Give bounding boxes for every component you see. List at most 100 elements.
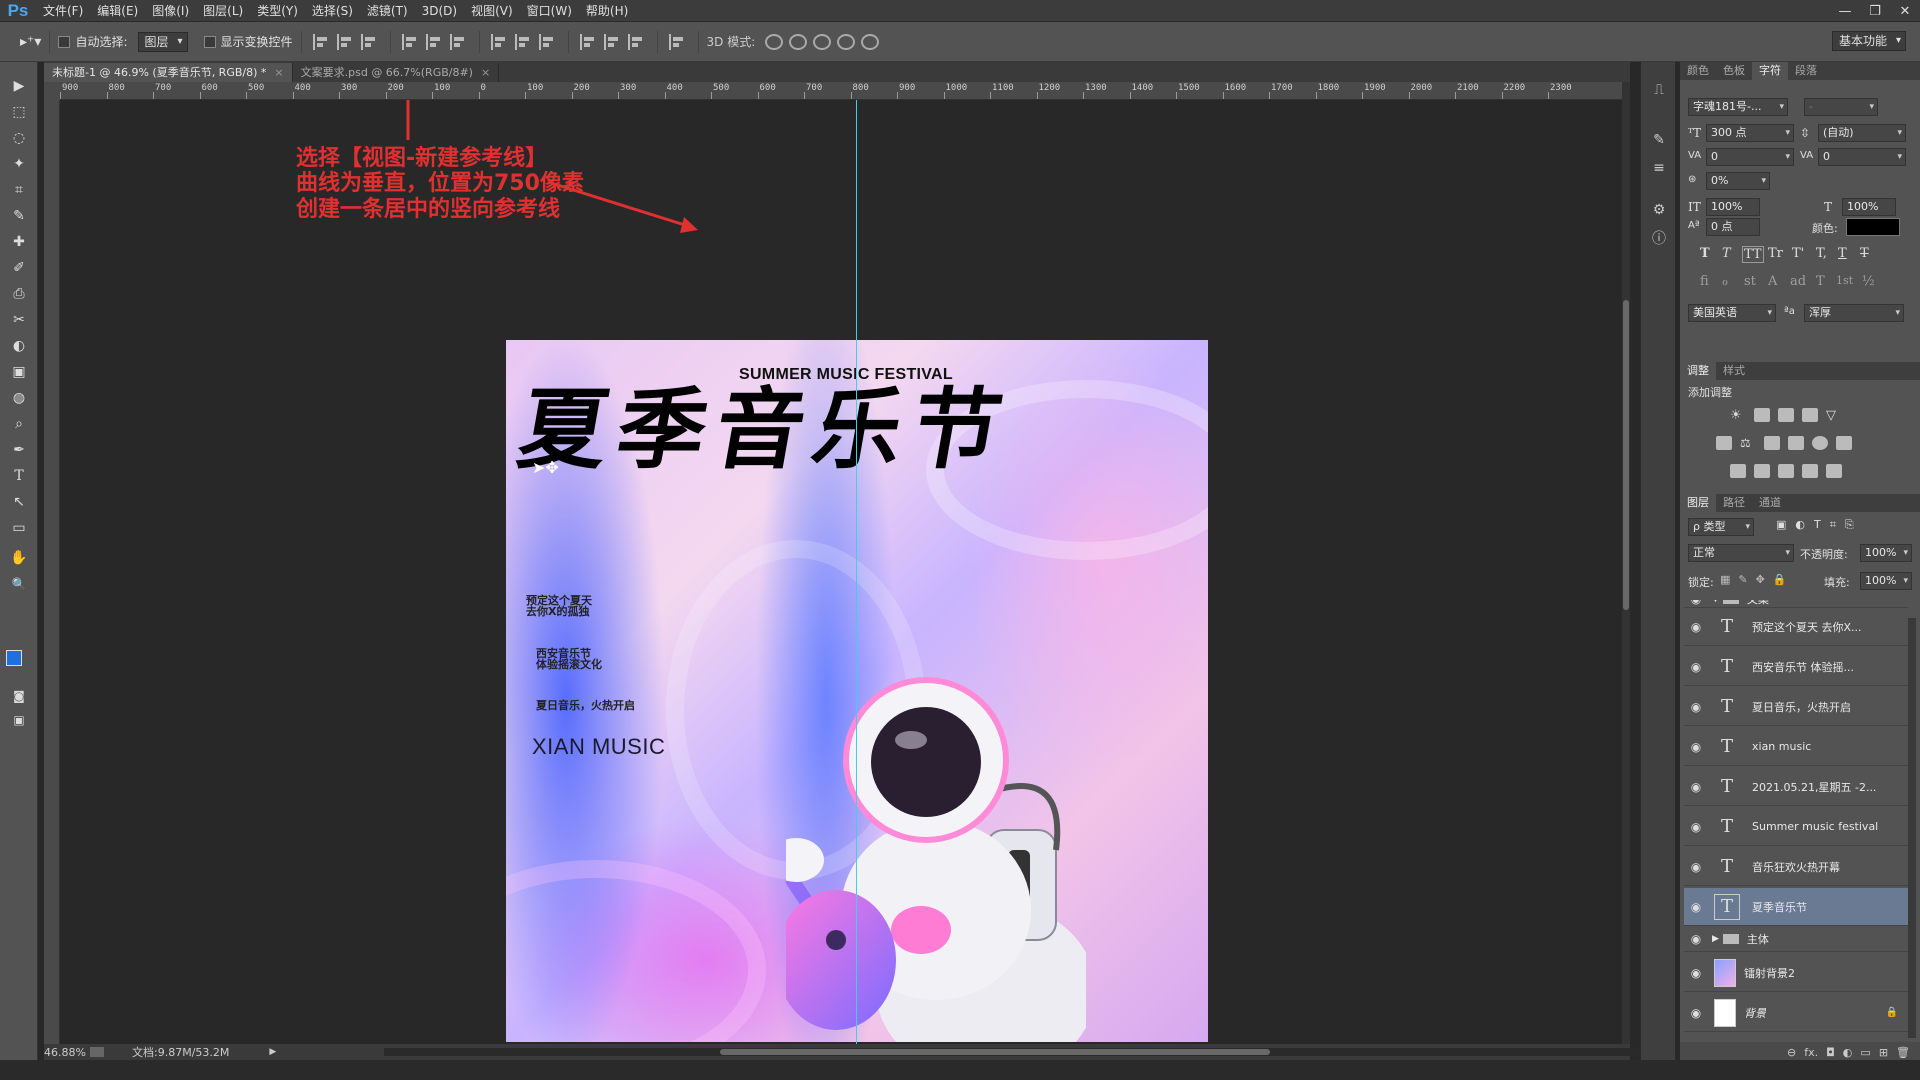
layer-row[interactable]: ◉ 镭射背景2 xyxy=(1684,954,1908,992)
align-right-icon[interactable] xyxy=(449,33,468,50)
layer-row-selected[interactable]: ◉ T 夏季音乐节 xyxy=(1684,888,1908,926)
menu-image[interactable]: 图像(I) xyxy=(145,0,196,22)
layer-row[interactable]: ◉ T 预定这个夏天 去你X... xyxy=(1684,608,1908,646)
eyedropper-tool-icon[interactable]: ✎ xyxy=(8,206,30,226)
scroll-thumb[interactable] xyxy=(720,1049,1270,1055)
menu-help[interactable]: 帮助(H) xyxy=(579,0,635,22)
horizontal-scrollbar[interactable] xyxy=(384,1048,1654,1056)
restore-button[interactable]: ❐ xyxy=(1860,0,1890,22)
layer-row[interactable]: ◉ T 夏日音乐，火热开启 xyxy=(1684,688,1908,726)
titling-button[interactable]: T xyxy=(1816,274,1825,289)
new-layer-icon[interactable]: ⊞ xyxy=(1879,1046,1888,1059)
black-white-icon[interactable] xyxy=(1764,436,1780,450)
curves-icon[interactable] xyxy=(1778,408,1794,422)
tab-paths[interactable]: 路径 xyxy=(1716,494,1752,512)
font-family-select[interactable]: 字魂181号-... ▾ xyxy=(1688,98,1788,116)
auto-select-dropdown[interactable]: 图层 xyxy=(137,31,188,52)
alt-ligatures-button[interactable]: ℴ xyxy=(1722,274,1728,289)
distribute-bottom-icon[interactable] xyxy=(538,33,557,50)
layer-group-row[interactable]: ◉ ▼ 文案 xyxy=(1684,600,1908,608)
add-mask-icon[interactable]: ◘ xyxy=(1826,1046,1835,1059)
distribute-hcenter-icon[interactable] xyxy=(603,33,622,50)
kerning-field[interactable]: 0 ▾ xyxy=(1706,148,1794,166)
eye-icon[interactable]: ◉ xyxy=(1684,700,1708,714)
eye-icon[interactable]: ◉ xyxy=(1684,900,1708,914)
minimize-button[interactable]: — xyxy=(1830,0,1860,22)
tsume-field[interactable]: 0% ▾ xyxy=(1706,172,1770,190)
tab-channels[interactable]: 通道 xyxy=(1752,494,1788,512)
opacity-field[interactable]: 100% ▾ xyxy=(1860,544,1912,562)
menu-window[interactable]: 窗口(W) xyxy=(520,0,579,22)
font-style-select[interactable]: - ▾ xyxy=(1804,98,1878,116)
tab-untitled-1[interactable]: 未标题-1 @ 46.9% (夏季音乐节, RGB/8) * × xyxy=(44,63,293,82)
status-menu-arrow-icon[interactable]: ▶ xyxy=(269,1047,276,1057)
faux-bold-button[interactable]: T xyxy=(1700,246,1710,261)
workspace-dropdown[interactable]: 基本功能 xyxy=(1831,31,1906,51)
eye-icon[interactable]: ◉ xyxy=(1684,780,1708,794)
clone-stamp-tool-icon[interactable]: ⎙ xyxy=(8,284,30,304)
close-button[interactable]: ✕ xyxy=(1890,0,1920,22)
subscript-button[interactable]: T, xyxy=(1816,246,1827,261)
tab-styles[interactable]: 样式 xyxy=(1716,362,1752,380)
leading-field[interactable]: (自动) ▾ xyxy=(1818,124,1906,142)
move-tool-preset-icon[interactable]: ▸⁺▾ xyxy=(20,34,41,50)
stylistic-alternates-button[interactable]: ad xyxy=(1790,274,1806,289)
align-left-icon[interactable] xyxy=(401,33,420,50)
eye-icon[interactable]: ◉ xyxy=(1684,860,1708,874)
rotate-3d-icon[interactable] xyxy=(765,33,784,50)
selective-color-icon[interactable] xyxy=(1802,464,1818,478)
language-select[interactable]: 美国英语 ▾ xyxy=(1688,304,1776,322)
show-transform-checkbox[interactable] xyxy=(203,35,216,48)
tab-paragraph[interactable]: 段落 xyxy=(1788,62,1824,80)
small-caps-button[interactable]: Tr xyxy=(1768,246,1783,261)
tab-swatches[interactable]: 色板 xyxy=(1716,62,1752,80)
menu-view[interactable]: 视图(V) xyxy=(464,0,520,22)
brightness-contrast-icon[interactable]: ☀ xyxy=(1730,408,1746,423)
history-brush-tool-icon[interactable]: ✂ xyxy=(8,310,30,330)
rectangle-tool-icon[interactable]: ▭ xyxy=(8,518,30,538)
pen-tool-icon[interactable]: ✒ xyxy=(8,440,30,460)
channel-mixer-icon[interactable] xyxy=(1812,436,1828,450)
menu-type[interactable]: 类型(Y) xyxy=(250,0,305,22)
vertical-scale-field[interactable]: 100% xyxy=(1706,198,1760,216)
brush-tool-icon[interactable]: ✐ xyxy=(8,258,30,278)
chevron-down-icon[interactable]: ▼ xyxy=(1712,600,1719,604)
vibrance-icon[interactable]: ▽ xyxy=(1826,408,1842,423)
quick-mask-icon[interactable]: ◙ xyxy=(8,686,30,706)
tab-adjustments[interactable]: 调整 xyxy=(1680,362,1716,380)
zoom-tool-icon[interactable]: 🔍 xyxy=(8,574,30,594)
auto-align-icon[interactable] xyxy=(668,33,687,50)
delete-layer-icon[interactable]: 🗑 xyxy=(1896,1046,1910,1059)
fill-field[interactable]: 100% ▾ xyxy=(1860,572,1912,590)
distribute-top-icon[interactable] xyxy=(490,33,509,50)
marquee-tool-icon[interactable]: ⬚ xyxy=(8,102,30,122)
vertical-scrollbar[interactable] xyxy=(1622,82,1630,1044)
underline-button[interactable]: T xyxy=(1838,246,1847,261)
brush-presets-icon[interactable]: ≡ xyxy=(1649,160,1669,178)
menu-select[interactable]: 选择(S) xyxy=(305,0,360,22)
text-color-swatch[interactable] xyxy=(1846,218,1900,236)
layer-row[interactable]: ◉ T 西安音乐节 体验摇... xyxy=(1684,648,1908,686)
canvas-area[interactable]: SUMMER MUSIC FESTIVAL 夏季音乐节 预定这个夏天 去你X的孤… xyxy=(60,100,1622,1044)
blend-mode-select[interactable]: 正常 ▾ xyxy=(1688,544,1794,562)
faux-italic-button[interactable]: T xyxy=(1722,246,1731,261)
slide-3d-icon[interactable] xyxy=(837,33,856,50)
screen-mode-icon[interactable]: ▣ xyxy=(8,710,30,730)
tracking-field[interactable]: 0 ▾ xyxy=(1818,148,1906,166)
menu-3d[interactable]: 3D(D) xyxy=(415,0,464,22)
layer-row[interactable]: ◉ 背景 🔒 xyxy=(1684,994,1908,1032)
layer-row[interactable]: ◉ T Summer music festival xyxy=(1684,808,1908,846)
lasso-tool-icon[interactable]: ◌ xyxy=(8,128,30,148)
properties-panel-icon[interactable]: ⚙ xyxy=(1649,202,1669,220)
eye-icon[interactable]: ◉ xyxy=(1684,1006,1708,1020)
photo-filter-icon[interactable] xyxy=(1788,436,1804,450)
scale-3d-icon[interactable] xyxy=(861,33,880,50)
foreground-color-swatch[interactable] xyxy=(6,650,22,666)
menu-file[interactable]: 文件(F) xyxy=(36,0,90,22)
healing-brush-tool-icon[interactable]: ✚ xyxy=(8,232,30,252)
swash-button[interactable]: A xyxy=(1768,274,1777,289)
ordinals-button[interactable]: 1st xyxy=(1836,274,1853,287)
info-panel-icon[interactable]: ⓘ xyxy=(1649,228,1669,247)
eye-icon[interactable]: ◉ xyxy=(1684,966,1708,980)
dodge-tool-icon[interactable]: ⌕ xyxy=(8,414,30,434)
